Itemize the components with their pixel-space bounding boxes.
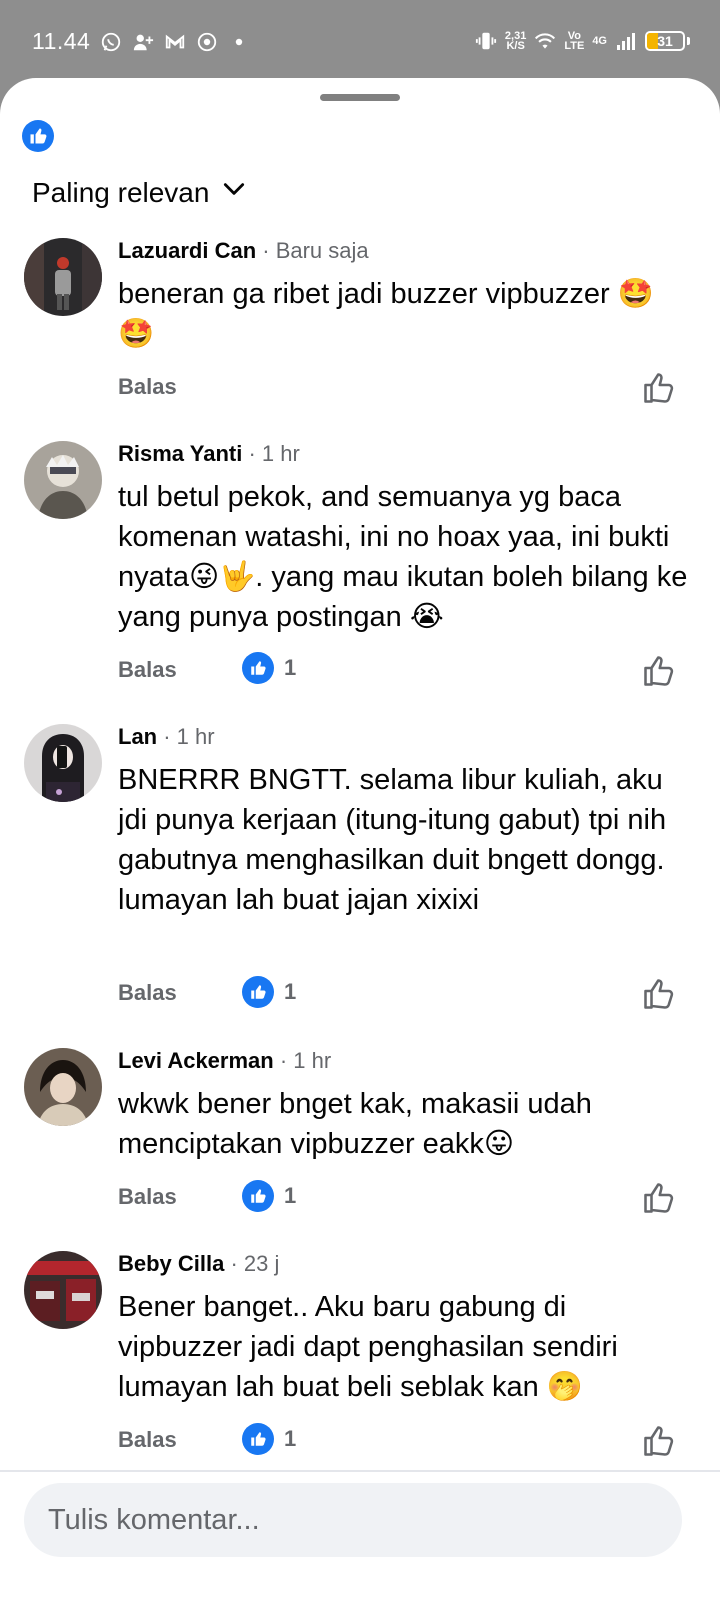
drag-handle[interactable] [320, 94, 400, 101]
composer-divider [0, 1470, 720, 1472]
like-button-icon[interactable] [641, 1423, 677, 1459]
commenter-name[interactable]: Risma Yanti [118, 441, 242, 466]
like-reaction-icon[interactable] [22, 120, 54, 152]
like-reaction-icon [242, 1180, 274, 1212]
wifi-icon [534, 30, 556, 52]
comment-text: Bener banget.. Aku baru gabung di vipbuz… [118, 1291, 618, 1403]
avatar[interactable] [24, 724, 102, 802]
comment-text: tul betul pekok, and semuanya yg baca ko… [118, 481, 688, 633]
commenter-name[interactable]: Lan [118, 724, 157, 749]
comment-header: Levi Ackerman · 1 hr [118, 1048, 331, 1074]
volte-bottom: LTE [564, 40, 585, 52]
network-type: 4G [592, 35, 607, 47]
comment-time: · 1 hr [157, 724, 215, 749]
like-button-icon[interactable] [641, 653, 677, 689]
avatar[interactable] [24, 238, 102, 316]
comment-header: Lazuardi Can · Baru saja [118, 238, 369, 264]
like-reaction-icon [242, 652, 274, 684]
battery-indicator: 31 [645, 31, 685, 51]
commenter-name[interactable]: Beby Cilla [118, 1251, 224, 1276]
comment-input[interactable] [48, 1503, 682, 1537]
comment-header: Beby Cilla · 23 j [118, 1251, 279, 1277]
whatsapp-icon [100, 31, 122, 53]
like-button-icon[interactable] [641, 1180, 677, 1216]
comment-text: BNERRR BNGTT. selama libur kuliah, aku j… [118, 764, 667, 916]
reaction-summary[interactable]: 1 [242, 976, 296, 1008]
vibrate-icon [475, 30, 497, 52]
like-button-icon[interactable] [641, 976, 677, 1012]
like-reaction-icon [242, 976, 274, 1008]
sort-dropdown[interactable]: Paling relevan [32, 176, 247, 209]
battery-tip [687, 37, 690, 45]
signal-icon [615, 30, 637, 52]
reply-button[interactable]: Balas [118, 1427, 177, 1453]
reply-button[interactable]: Balas [118, 980, 177, 1006]
gmail-icon [164, 31, 186, 53]
comments-sheet: Paling relevan Lazuardi Can · Baru saja … [0, 78, 720, 1600]
clock: 11.44 [32, 28, 91, 54]
status-right: 2,31 K/S Vo LTE 4G 31 [475, 30, 690, 52]
comment-header: Risma Yanti · 1 hr [118, 441, 300, 467]
avatar[interactable] [24, 1048, 102, 1126]
reaction-summary[interactable]: 1 [242, 1180, 296, 1212]
sort-label: Paling relevan [32, 176, 210, 208]
reaction-count: 1 [284, 1183, 297, 1208]
reaction-count: 1 [284, 655, 297, 680]
comment-text: beneran ga ribet jadi buzzer vipbuzzer 🤩… [118, 278, 654, 350]
dot-icon [228, 31, 250, 53]
reaction-count: 1 [284, 979, 297, 1004]
network-speed: 2,31 K/S [505, 31, 526, 52]
person-add-icon [132, 31, 154, 53]
chrome-icon [196, 31, 218, 53]
commenter-name[interactable]: Levi Ackerman [118, 1048, 274, 1073]
comment-time: · Baru saja [256, 238, 369, 263]
reaction-summary[interactable]: 1 [242, 652, 296, 684]
avatar[interactable] [24, 441, 102, 519]
reply-button[interactable]: Balas [118, 374, 177, 400]
reply-button[interactable]: Balas [118, 657, 177, 683]
reaction-summary[interactable]: 1 [242, 1423, 296, 1455]
volte-indicator: Vo LTE [564, 31, 585, 52]
comment-text: wkwk bener bnget kak, makasii udah menci… [118, 1088, 592, 1160]
reaction-count: 1 [284, 1426, 297, 1451]
comment-header: Lan · 1 hr [118, 724, 215, 750]
speed-unit: K/S [506, 40, 525, 52]
like-reaction-icon [242, 1423, 274, 1455]
commenter-name[interactable]: Lazuardi Can [118, 238, 256, 263]
comment-composer[interactable] [24, 1483, 682, 1557]
avatar[interactable] [24, 1251, 102, 1329]
comment-time: · 1 hr [242, 441, 300, 466]
reply-button[interactable]: Balas [118, 1184, 177, 1210]
comment-time: · 23 j [224, 1251, 280, 1276]
status-left: 11.44 [32, 28, 250, 55]
comment-time: · 1 hr [273, 1048, 332, 1073]
chevron-down-icon [221, 176, 247, 209]
like-button-icon[interactable] [641, 370, 677, 406]
battery-level: 31 [657, 33, 673, 49]
